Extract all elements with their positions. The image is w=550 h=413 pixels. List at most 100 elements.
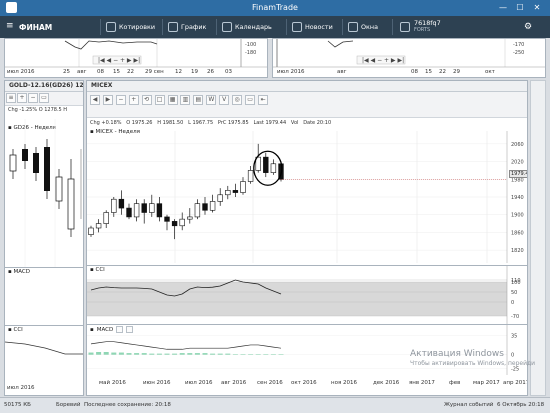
macd-histogram-bar bbox=[111, 352, 117, 355]
news-icon bbox=[292, 22, 302, 32]
x-tick: окт bbox=[485, 69, 495, 75]
x-tick: 22 bbox=[439, 69, 446, 75]
x-tick: май 2016 bbox=[99, 380, 126, 386]
account-selector[interactable]: 7618fq7 FORTS bbox=[400, 20, 441, 34]
macd-histogram-bar bbox=[202, 353, 208, 355]
tool-button[interactable]: ≡ bbox=[6, 93, 16, 103]
micex-ohlc-info: Chg +0.18% O 1975.26 H 1981.50 L 1967.75… bbox=[87, 119, 331, 128]
x-tick: июл 2016 bbox=[185, 380, 213, 386]
macd-histogram-bar bbox=[156, 353, 162, 355]
candle-body bbox=[263, 156, 269, 173]
macd-histogram-bar bbox=[96, 352, 102, 355]
minimize-button[interactable]: — bbox=[496, 2, 510, 13]
candle-body bbox=[149, 203, 155, 213]
status-event-journal[interactable]: Журнал событий bbox=[444, 398, 493, 413]
main-toolbar: ≡ ФИНАМ Котировки График Календарь Новос… bbox=[0, 16, 550, 38]
x-tick: 25 bbox=[63, 69, 70, 75]
candle-body bbox=[95, 223, 102, 229]
toolbar-divider bbox=[216, 19, 217, 35]
y-tick-label: -25 bbox=[511, 366, 519, 372]
toolbar-calendar[interactable]: Календарь bbox=[222, 20, 272, 34]
x-tick: дек 2016 bbox=[373, 380, 400, 386]
toolbar-news[interactable]: Новости bbox=[292, 20, 333, 34]
x-tick: 15 bbox=[425, 69, 432, 75]
x-tick: 26 bbox=[207, 69, 214, 75]
svg-text:|◀ ◀ − + ▶ ▶|: |◀ ◀ − + ▶ ▶| bbox=[362, 57, 404, 64]
gear-icon: ⚙ bbox=[524, 22, 533, 32]
candle-body bbox=[209, 201, 216, 211]
x-tick: 19 bbox=[191, 69, 198, 75]
status-memory: 50175 КБ bbox=[4, 402, 31, 408]
macd-histogram-bar bbox=[255, 354, 261, 355]
y-tick-label: 2060 bbox=[511, 142, 524, 148]
title-bar: FinamTrade — ☐ ✕ bbox=[0, 0, 550, 16]
y-tick-label: 1820 bbox=[511, 248, 524, 254]
briefcase-icon bbox=[400, 22, 410, 32]
candle-body bbox=[232, 190, 239, 193]
tool-button[interactable]: − bbox=[28, 93, 38, 103]
y-tick-label: 2020 bbox=[511, 160, 524, 166]
y-tick: -170 bbox=[513, 42, 525, 48]
x-tick: сен 2016 bbox=[257, 380, 283, 386]
macd-histogram-bar bbox=[248, 354, 254, 355]
gold-macd-label: ▪ MACD bbox=[5, 268, 83, 276]
x-tick: 03 bbox=[225, 69, 232, 75]
macd-histogram-bar bbox=[103, 352, 109, 355]
gold-ohlc-info: Chg -1.25% O 1278.5 H bbox=[8, 107, 68, 113]
candle-body bbox=[247, 170, 254, 182]
y-tick: -180 bbox=[245, 50, 257, 56]
toolbar-divider bbox=[286, 19, 287, 35]
macd-histogram-bar bbox=[134, 353, 140, 355]
menu-icon[interactable]: ≡ bbox=[6, 22, 16, 32]
last-price-marker: 1979.44 bbox=[509, 170, 527, 178]
toolbar-quotes[interactable]: Котировки bbox=[106, 20, 155, 34]
account-id: 7618fq7 bbox=[414, 19, 441, 27]
toolbar-calendar-label: Календарь bbox=[235, 23, 272, 31]
tool-button[interactable]: ▭ bbox=[39, 93, 49, 103]
x-tick: июл 2016 bbox=[7, 69, 35, 75]
x-tick: 29 bbox=[453, 69, 460, 75]
gold-cci-label: ▪ CCI bbox=[5, 326, 83, 334]
toolbar-chart[interactable]: График bbox=[168, 20, 206, 34]
candle-body bbox=[240, 181, 246, 193]
y-tick-label: 35 bbox=[511, 334, 517, 340]
close-button[interactable]: ✕ bbox=[530, 2, 544, 13]
macd-histogram-bar bbox=[141, 353, 147, 355]
x-tick: 22 bbox=[127, 69, 134, 75]
candle-body bbox=[164, 216, 170, 222]
candle-body bbox=[156, 203, 163, 218]
y-tick: -100 bbox=[245, 42, 257, 48]
macd-histogram-bar bbox=[179, 353, 185, 355]
micex-candle-chart: 1820 1860 1900 1940 1980 2020 2060 bbox=[87, 131, 524, 263]
macd-histogram-bar bbox=[88, 352, 94, 355]
x-tick: мар 2017 bbox=[473, 380, 500, 386]
y-tick-label: 1900 bbox=[511, 213, 524, 219]
micex-toolbar-groups bbox=[92, 93, 342, 105]
candle-body bbox=[88, 227, 94, 235]
x-tick: фев bbox=[449, 380, 461, 386]
info-last: Last 1979.44 bbox=[253, 120, 287, 126]
x-tick: июл 2016 bbox=[7, 385, 35, 391]
candle-body bbox=[194, 203, 201, 218]
settings-button[interactable]: ⚙ bbox=[524, 20, 532, 34]
tool-button[interactable]: + bbox=[17, 93, 27, 103]
gold-toolbar: ≡ + − ▭ bbox=[5, 92, 83, 106]
windows-activation-watermark: Активация Windows Чтобы активировать Win… bbox=[410, 349, 535, 367]
toolbar-divider bbox=[162, 19, 163, 35]
candle-body bbox=[217, 194, 223, 202]
maximize-button[interactable]: ☐ bbox=[513, 2, 527, 13]
x-tick: ноя 2016 bbox=[331, 380, 358, 386]
x-tick: 15 bbox=[113, 69, 120, 75]
candle-body bbox=[171, 221, 178, 227]
toolbar-windows[interactable]: Окна bbox=[348, 20, 378, 34]
macd-histogram-bar bbox=[263, 354, 269, 355]
candle-body bbox=[141, 203, 147, 213]
y-tick-label: 100 bbox=[511, 280, 521, 286]
y-tick-label: 0 bbox=[511, 300, 514, 306]
x-tick: июл 2016 bbox=[277, 69, 305, 75]
x-tick: авг bbox=[77, 69, 87, 75]
toolbar-quotes-label: Котировки bbox=[119, 23, 156, 31]
macd-histogram-bar bbox=[210, 353, 216, 355]
gold-cci-label-text: CCI bbox=[13, 327, 23, 333]
macd-histogram-bar bbox=[232, 354, 238, 355]
